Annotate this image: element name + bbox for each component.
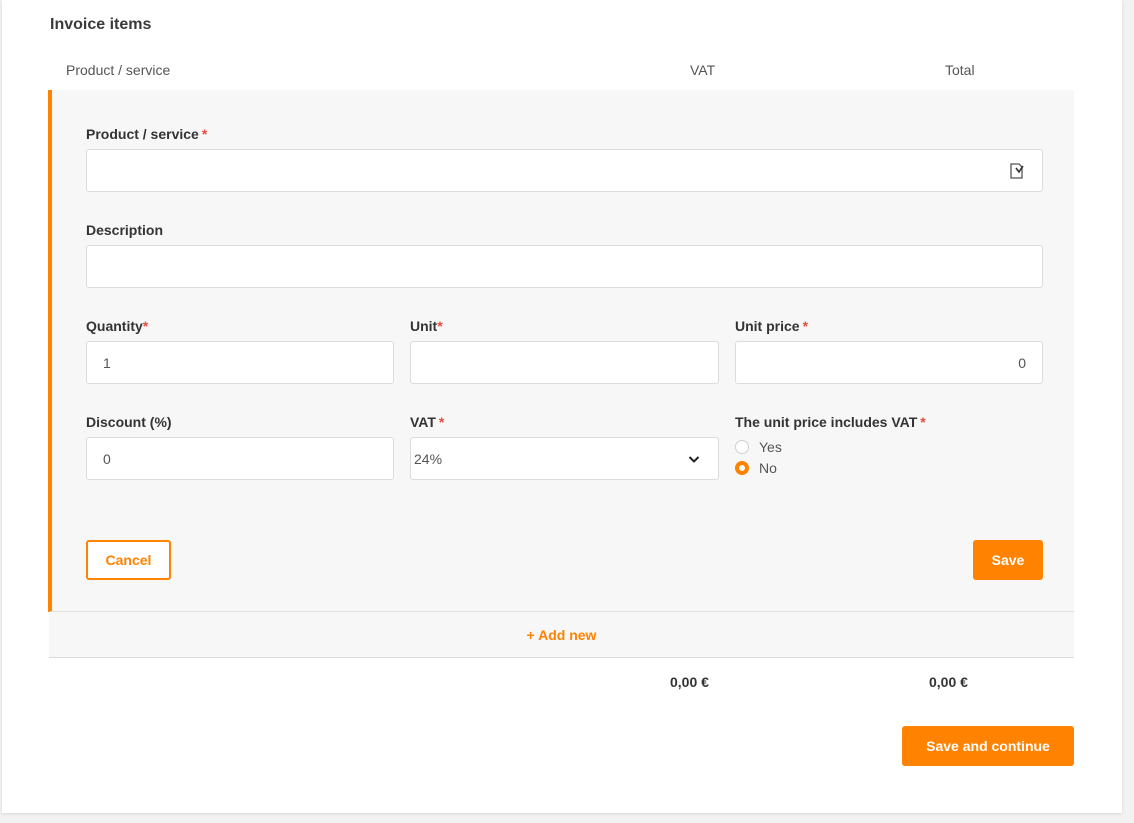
includes-vat-option-no[interactable]: No [735, 460, 777, 476]
item-edit-panel: Product / service * Description Quantity*… [48, 90, 1074, 612]
cancel-button[interactable]: Cancel [86, 540, 171, 580]
add-new-item-button[interactable]: + Add new [49, 612, 1074, 658]
save-button[interactable]: Save [973, 540, 1043, 580]
unit-price-input[interactable]: 0 [735, 341, 1043, 384]
save-and-continue-button[interactable]: Save and continue [902, 726, 1074, 766]
radio-yes[interactable] [735, 440, 749, 454]
column-header-vat: VAT [690, 62, 716, 78]
discount-input[interactable]: 0 [86, 437, 394, 480]
product-picker-icon[interactable] [1010, 163, 1024, 179]
required-marker: * [201, 126, 208, 142]
product-label: Product / service * [86, 126, 208, 142]
discount-label: Discount (%) [86, 414, 172, 430]
required-marker: * [438, 414, 445, 430]
invoice-items-card: Invoice items Product / service VAT Tota… [2, 0, 1122, 813]
table-header: Product / service VAT Total [49, 54, 1074, 92]
section-title: Invoice items [50, 16, 152, 33]
description-input[interactable] [86, 245, 1043, 288]
description-label: Description [86, 222, 164, 238]
includes-vat-option-yes[interactable]: Yes [735, 439, 782, 455]
unit-price-label: Unit price * [735, 318, 809, 334]
required-marker: * [437, 318, 443, 334]
column-header-total: Total [945, 62, 975, 78]
required-marker: * [142, 318, 149, 334]
product-select[interactable] [86, 149, 1043, 192]
required-marker: * [802, 318, 809, 334]
radio-no[interactable] [735, 461, 749, 475]
required-marker: * [920, 414, 926, 430]
vat-select[interactable]: 24% [410, 437, 719, 480]
grand-total: 0,00 € [929, 674, 968, 690]
chevron-down-icon [688, 456, 700, 463]
includes-vat-label: The unit price includes VAT * [735, 414, 926, 430]
quantity-label: Quantity* [86, 318, 149, 334]
unit-input[interactable] [410, 341, 719, 384]
quantity-input[interactable]: 1 [86, 341, 394, 384]
vat-label: VAT * [410, 414, 445, 430]
unit-label: Unit* [410, 318, 443, 334]
vat-total: 0,00 € [670, 674, 709, 690]
column-header-product: Product / service [66, 62, 171, 78]
